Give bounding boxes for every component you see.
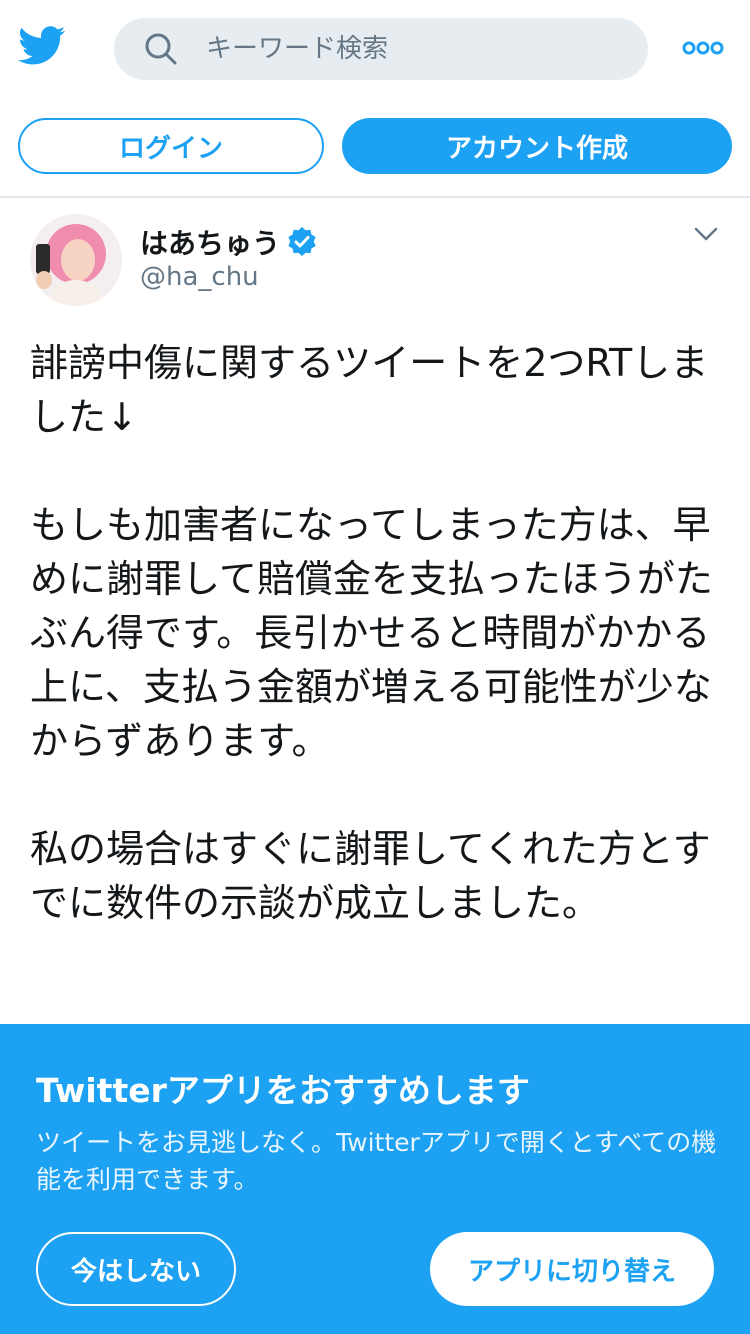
search-input[interactable] (206, 18, 626, 80)
search-bar[interactable] (114, 18, 648, 80)
avatar[interactable] (30, 214, 122, 306)
signup-button[interactable]: アカウント作成 (342, 118, 732, 174)
twitter-bird-icon[interactable] (18, 26, 66, 66)
promo-description: ツイートをお見逃しなく。Twitterアプリで開くとすべての機能を利用できます。 (36, 1128, 717, 1194)
tweet: はあちゅう @ha_chu 誹謗中傷に関するツイートを2つRTしました↓ もしも… (0, 200, 750, 1024)
avatar-image (30, 214, 122, 306)
search-icon (145, 33, 177, 65)
app-promo-banner: Twitterアプリをおすすめします ツイートをお見逃しなく。Twitterアプ… (0, 1024, 750, 1334)
switch-to-app-button[interactable]: アプリに切り替え (430, 1232, 714, 1306)
top-bar (0, 0, 750, 98)
login-button[interactable]: ログイン (18, 118, 324, 174)
more-dots-icon[interactable] (682, 36, 724, 60)
auth-bar: ログイン アカウント作成 (0, 98, 750, 198)
author-name-row: はあちゅう (140, 224, 318, 260)
promo-title: Twitterアプリをおすすめします (36, 1071, 530, 1110)
tweet-text: 誹謗中傷に関するツイートを2つRTしました↓ もしも加害者になってしまった方は、… (30, 341, 713, 925)
verified-badge-icon (288, 227, 316, 256)
author-name[interactable]: はあちゅう (140, 222, 280, 262)
chevron-down-icon[interactable] (694, 226, 718, 242)
not-now-button[interactable]: 今はしない (36, 1232, 236, 1306)
author-handle[interactable]: @ha_chu (140, 262, 259, 292)
